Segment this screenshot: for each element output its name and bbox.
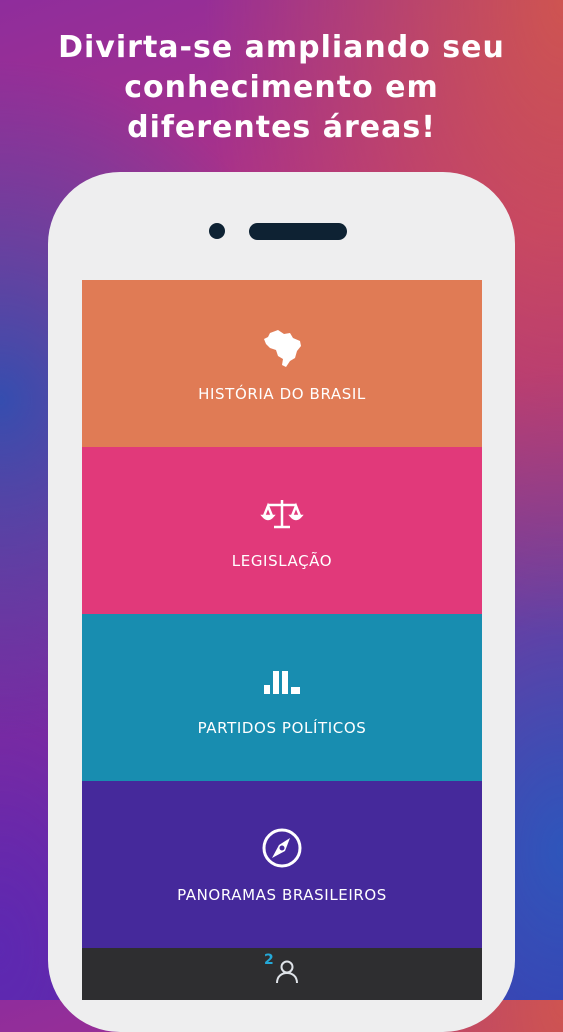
category-partidos-politicos[interactable]: PARTIDOS POLÍTICOS: [82, 614, 482, 781]
category-legislacao[interactable]: LEGISLAÇÃO: [82, 447, 482, 614]
brazil-map-icon: [260, 325, 304, 369]
bottom-bar: 2: [82, 948, 482, 1000]
parties-icon: [260, 659, 304, 703]
scales-of-justice-icon: [260, 492, 304, 536]
category-historia-do-brasil[interactable]: HISTÓRIA DO BRASIL: [82, 280, 482, 447]
headline-line-2: conhecimento em: [124, 70, 439, 105]
category-label: PANORAMAS BRASILEIROS: [177, 885, 387, 904]
phone-camera: [209, 223, 225, 239]
headline-line-1: Divirta-se ampliando seu: [58, 30, 505, 65]
category-label: PARTIDOS POLÍTICOS: [197, 718, 367, 737]
app-screen: HISTÓRIA DO BRASIL LEGISLAÇÃO PARTIDOS P…: [82, 280, 482, 1000]
category-label: LEGISLAÇÃO: [231, 551, 333, 570]
phone-speaker: [249, 223, 347, 240]
phone-mockup: HISTÓRIA DO BRASIL LEGISLAÇÃO PARTIDOS P…: [48, 172, 515, 1032]
user-count-badge: 2: [264, 952, 274, 968]
compass-icon: [260, 826, 304, 870]
headline-line-3: diferentes áreas!: [127, 110, 436, 145]
category-panoramas-brasileiros[interactable]: PANORAMAS BRASILEIROS: [82, 781, 482, 948]
profile-button[interactable]: 2: [262, 952, 302, 988]
user-icon: [276, 960, 298, 984]
promo-headline: Divirta-se ampliando seu conhecimento em…: [0, 28, 563, 148]
category-label: HISTÓRIA DO BRASIL: [198, 384, 366, 403]
